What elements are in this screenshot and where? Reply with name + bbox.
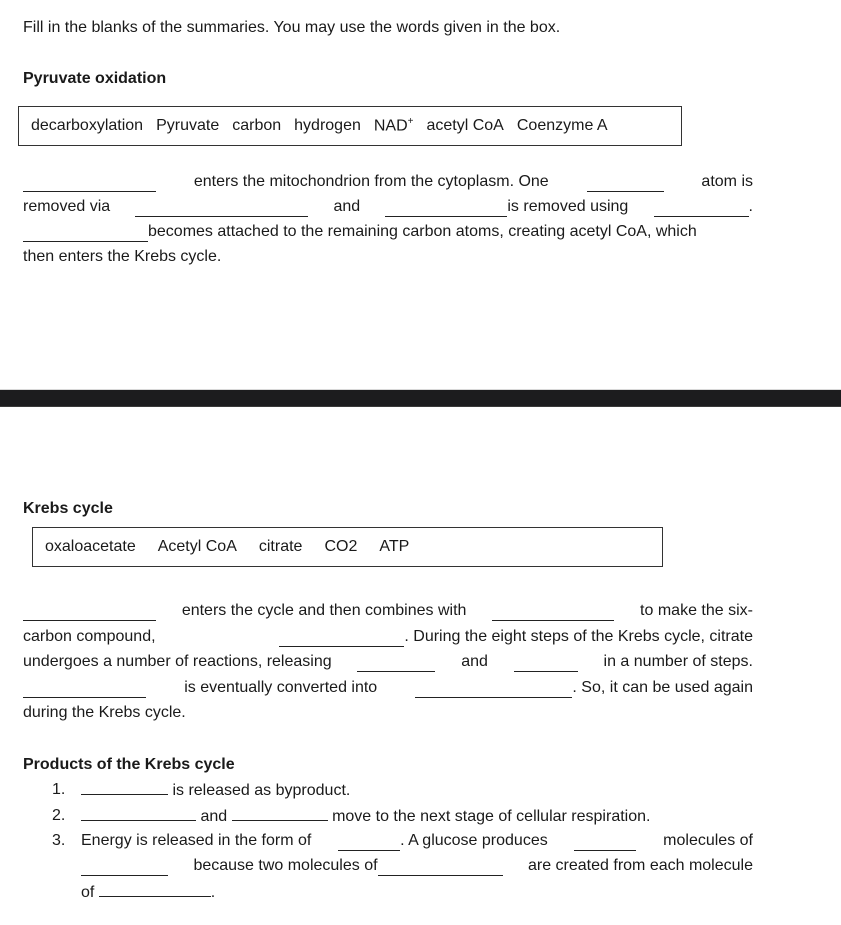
product-text: and [200, 808, 228, 825]
pyruvate-text: and [333, 198, 361, 215]
krebs-text: enters the cycle and then combines with [181, 602, 467, 619]
pyruvate-word-bank: decarboxylation Pyruvate carbon hydrogen… [18, 106, 682, 146]
blank-group: because two molecules of [193, 856, 503, 876]
product-item-1: 1. is released as byproduct. [52, 780, 350, 800]
blank-field[interactable] [23, 177, 156, 192]
krebs-text: undergoes a number of reactions, releasi… [23, 653, 332, 670]
product-item-2: 2. and move to the next stage of cellula… [52, 806, 650, 826]
nad-label: NAD [373, 117, 408, 135]
list-number: 3. [52, 832, 66, 849]
blank-field[interactable] [586, 177, 664, 192]
blank-group: . So, it can be used again [415, 678, 753, 698]
krebs-line-1: enters the cycle and then combines with … [23, 601, 753, 621]
word-bank-item: Acetyl CoA [157, 538, 237, 555]
pyruvate-line-1: enters the mitochondrion from the cytopl… [23, 172, 753, 192]
blank-field[interactable] [231, 806, 328, 821]
page-divider [0, 389, 841, 407]
krebs-text: to make the six- [640, 602, 753, 619]
blank-field[interactable] [513, 657, 578, 672]
blank-field[interactable] [574, 836, 637, 851]
product-text: move to the next stage of cellular respi… [332, 808, 651, 825]
product-text: . A glucose produces [400, 832, 548, 849]
word-bank-item: Pyruvate [156, 117, 220, 134]
blank-group: . A glucose produces [338, 831, 548, 851]
krebs-line-2: carbon compound, . During the eight step… [23, 627, 753, 647]
blank-field[interactable] [385, 202, 508, 217]
product-text: . [210, 884, 216, 901]
nad-superscript: + [407, 116, 414, 128]
pyruvate-text: becomes attached to the remaining carbon… [148, 223, 697, 240]
krebs-line-3: undergoes a number of reactions, releasi… [23, 652, 753, 672]
pyruvate-line-3: becomes attached to the remaining carbon… [23, 222, 753, 242]
krebs-heading: Krebs cycle [23, 500, 113, 517]
blank-field[interactable] [338, 836, 401, 851]
blank-field[interactable] [23, 227, 148, 242]
product-item-3-line-1: Energy is released in the form of . A gl… [81, 831, 753, 851]
blank-field[interactable] [135, 202, 309, 217]
blank-group: is removed using [385, 197, 628, 217]
instructions-text: Fill in the blanks of the summaries. You… [23, 19, 561, 36]
blank-field[interactable] [81, 806, 196, 821]
word-bank-item: ATP [379, 538, 410, 555]
list-number: 2. [52, 807, 66, 824]
word-bank-item: NAD+ [374, 116, 414, 135]
krebs-line-4: is eventually converted into . So, it ca… [23, 678, 753, 698]
krebs-text: . So, it can be used again [572, 679, 753, 696]
word-bank-item: hydrogen [294, 117, 361, 134]
blank-field[interactable] [279, 632, 405, 647]
blank-field[interactable] [23, 606, 156, 621]
pyruvate-text: atom is [701, 173, 753, 190]
product-text: molecules of [663, 832, 753, 849]
krebs-word-bank: oxaloacetate Acetyl CoA citrate CO2 ATP [32, 527, 663, 567]
blank-field[interactable] [81, 780, 168, 795]
word-bank-item: citrate [258, 538, 303, 555]
blank-field[interactable] [357, 657, 436, 672]
word-bank-item: Coenzyme A [516, 117, 608, 134]
krebs-line-5: during the Krebs cycle. [23, 704, 186, 721]
products-heading: Products of the Krebs cycle [23, 756, 235, 773]
blank-group: . During the eight steps of the Krebs cy… [279, 627, 753, 647]
blank-field[interactable] [653, 202, 749, 217]
pyruvate-text: . [748, 198, 753, 215]
word-bank-item: carbon [232, 117, 282, 134]
krebs-text: in a number of steps. [603, 653, 753, 670]
product-item-3: 3. [52, 831, 65, 851]
pyruvate-line-2: removed via and is removed using . [23, 197, 753, 217]
word-bank-item: oxaloacetate [45, 538, 136, 555]
product-text: are created from each molecule [527, 857, 753, 874]
pyruvate-text: enters the mitochondrion from the cytopl… [193, 173, 549, 190]
blank-field[interactable] [415, 683, 573, 698]
blank-group: . [653, 197, 753, 217]
product-text: because two molecules of [193, 857, 378, 874]
blank-field[interactable] [81, 861, 168, 876]
blank-field[interactable] [492, 606, 615, 621]
word-bank-item: CO2 [324, 538, 358, 555]
product-item-3-line-2: because two molecules of are created fro… [81, 856, 753, 876]
blank-field[interactable] [98, 882, 211, 897]
krebs-text: and [461, 653, 488, 670]
krebs-text: is eventually converted into [184, 679, 378, 696]
product-text: Energy is released in the form of [81, 832, 312, 849]
product-text: of [81, 884, 95, 901]
product-text: is released as byproduct. [172, 782, 351, 799]
product-item-3-line-3: of . [81, 882, 215, 903]
pyruvate-line-4: then enters the Krebs cycle. [23, 248, 222, 265]
word-bank-item: decarboxylation [31, 117, 144, 134]
pyruvate-heading: Pyruvate oxidation [23, 70, 167, 87]
word-bank-item: acetyl CoA [426, 117, 504, 134]
pyruvate-text: removed via [23, 198, 111, 215]
krebs-text: . During the eight steps of the Krebs cy… [404, 628, 753, 645]
pyruvate-text: is removed using [507, 198, 629, 215]
blank-field[interactable] [377, 861, 503, 876]
blank-field[interactable] [23, 683, 146, 698]
krebs-text: carbon compound, [23, 628, 156, 645]
list-number: 1. [52, 781, 66, 798]
